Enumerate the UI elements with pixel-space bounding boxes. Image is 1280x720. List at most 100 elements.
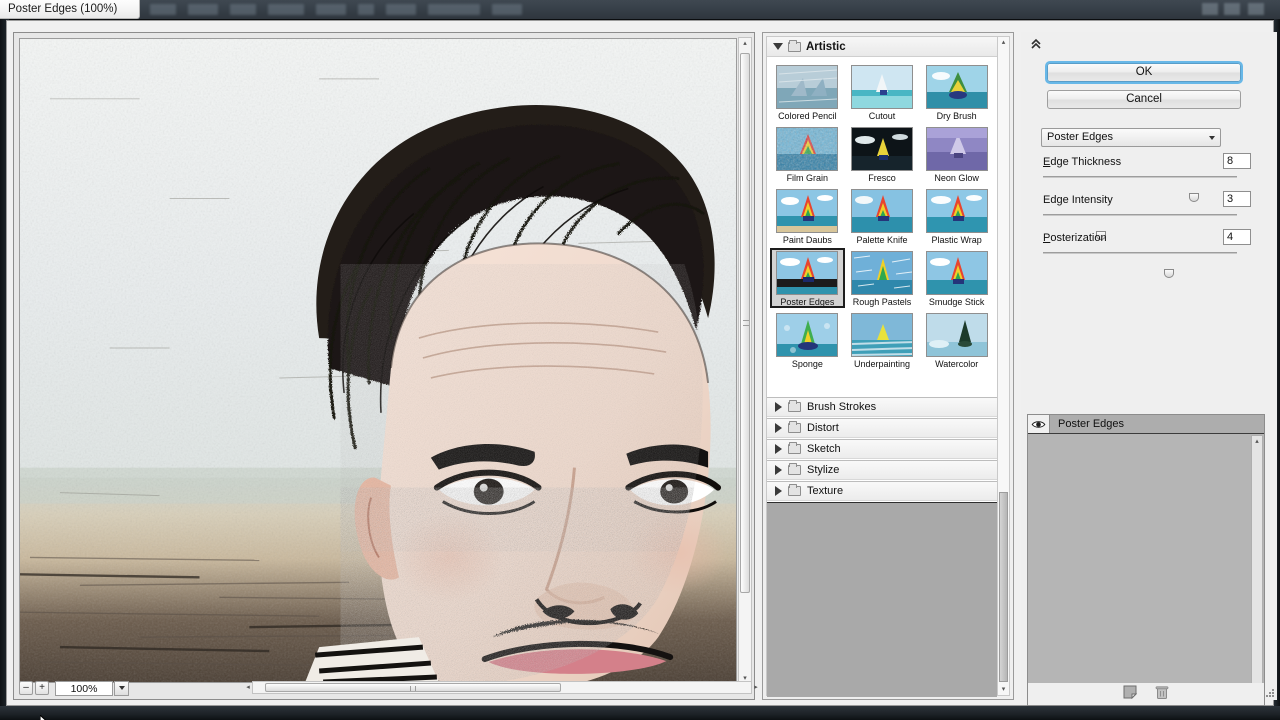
preview-horizontal-scrollbar[interactable]: ◂ ▸ xyxy=(246,681,758,694)
preview-vertical-scrollbar[interactable]: ▴ ▾ xyxy=(738,37,752,684)
category-header-artistic[interactable]: Artistic xyxy=(767,37,997,57)
collapse-panel-icon[interactable] xyxy=(1029,38,1043,52)
param-label: Posterization xyxy=(1043,232,1107,244)
scroll-left-arrow[interactable]: ◂ xyxy=(243,682,253,693)
filter-item-underpainting[interactable]: Underpainting xyxy=(845,310,920,370)
param-value-input[interactable]: 4 xyxy=(1223,229,1251,245)
category-row-stylize[interactable]: Stylize xyxy=(767,460,997,480)
filter-thumbnail xyxy=(850,251,913,295)
param-edge-thickness: Edge Thickness 8 xyxy=(1043,153,1251,202)
filter-item-smudge-stick[interactable]: Smudge Stick xyxy=(919,248,994,308)
page-title: Poster Edges (100%) xyxy=(8,3,118,15)
zoom-in-button[interactable]: + xyxy=(35,681,49,695)
filter-thumbnail xyxy=(850,313,913,357)
chevron-down-icon[interactable] xyxy=(1203,129,1220,146)
dialog-title-bar: Poster Edges (100%) xyxy=(0,0,140,19)
layers-vertical-scrollbar[interactable]: ▴ ▾ xyxy=(1251,435,1263,703)
filter-gallery-dialog: Poster Edges (100%) ▴ ▾ ◂ ▸ – + 100% Art… xyxy=(0,0,1280,720)
gallery-empty-area xyxy=(767,502,997,697)
param-slider-track[interactable] xyxy=(1043,214,1237,240)
category-row-sketch[interactable]: Sketch xyxy=(767,439,997,459)
filtered-portrait-image xyxy=(20,39,736,682)
filter-item-poster-edges[interactable]: Poster Edges xyxy=(770,248,845,308)
thumb-art xyxy=(851,314,912,356)
triangle-down-icon xyxy=(773,43,783,50)
filter-thumbnail xyxy=(850,189,913,233)
thumb-art xyxy=(777,252,838,294)
triangle-right-icon xyxy=(775,423,782,433)
thumb-art xyxy=(851,190,912,232)
param-value-input[interactable]: 8 xyxy=(1223,153,1251,169)
preview-vertical-scroll-thumb[interactable] xyxy=(740,53,750,593)
thumb-art xyxy=(926,314,987,356)
thumb-art xyxy=(851,252,912,294)
thumb-art xyxy=(851,128,912,170)
thumb-art xyxy=(777,66,838,108)
filter-label: Palette Knife xyxy=(856,235,908,245)
delete-effect-layer-button[interactable] xyxy=(1155,685,1169,704)
param-value-input[interactable]: 3 xyxy=(1223,191,1251,207)
filter-item-sponge[interactable]: Sponge xyxy=(770,310,845,370)
preview-horizontal-scroll-thumb[interactable] xyxy=(265,683,561,692)
category-row-distort[interactable]: Distort xyxy=(767,418,997,438)
thumb-art xyxy=(777,128,838,170)
layer-visibility-toggle[interactable] xyxy=(1028,415,1050,433)
folder-icon xyxy=(788,484,801,496)
effect-layer-row[interactable]: Poster Edges xyxy=(1028,415,1264,434)
filter-item-rough-pastels[interactable]: Rough Pastels xyxy=(845,248,920,308)
param-slider-track[interactable] xyxy=(1043,252,1237,278)
filter-label: Film Grain xyxy=(786,173,829,183)
category-row-texture[interactable]: Texture xyxy=(767,481,997,501)
zoom-level-value[interactable]: 100% xyxy=(55,680,113,696)
gallery-vertical-scroll-thumb[interactable] xyxy=(999,492,1008,682)
category-label: Sketch xyxy=(807,443,841,455)
image-preview-pane: ▴ ▾ ◂ ▸ – + 100% xyxy=(13,32,758,700)
filter-select[interactable]: Poster Edges xyxy=(1041,128,1221,147)
filter-thumbnail xyxy=(925,189,988,233)
thumb-art xyxy=(777,190,838,232)
filter-item-film-grain[interactable]: Film Grain xyxy=(770,124,845,184)
gallery-vertical-scrollbar[interactable]: ▴ ▾ xyxy=(997,36,1010,696)
screen: Poster Edges (100%) ▴ ▾ ◂ ▸ – + 100% Art… xyxy=(0,0,1280,720)
category-label: Distort xyxy=(807,422,839,434)
scroll-up-arrow[interactable]: ▴ xyxy=(998,37,1009,48)
filter-thumbnail xyxy=(776,65,839,109)
category-row-brush-strokes[interactable]: Brush Strokes xyxy=(767,397,997,417)
zoom-out-button[interactable]: – xyxy=(19,681,33,695)
filter-item-watercolor[interactable]: Watercolor xyxy=(919,310,994,370)
scroll-right-arrow[interactable]: ▸ xyxy=(751,682,761,693)
folder-icon xyxy=(788,442,801,454)
folder-icon xyxy=(788,400,801,412)
filter-settings-panel: OK Cancel Poster Edges Edge Thickness 8 … xyxy=(1021,32,1277,706)
filter-item-dry-brush[interactable]: Dry Brush xyxy=(919,62,994,122)
filter-item-palette-knife[interactable]: Palette Knife xyxy=(845,186,920,246)
filter-item-plastic-wrap[interactable]: Plastic Wrap xyxy=(919,186,994,246)
scroll-down-arrow[interactable]: ▾ xyxy=(998,684,1009,695)
cancel-button[interactable]: Cancel xyxy=(1047,90,1241,109)
filter-item-paint-daubs[interactable]: Paint Daubs xyxy=(770,186,845,246)
folder-icon xyxy=(788,421,801,433)
param-label-text: Edge Intensity xyxy=(1043,194,1113,206)
param-slider-track[interactable] xyxy=(1043,176,1237,202)
filter-item-cutout[interactable]: Cutout xyxy=(845,62,920,122)
param-slider-knob[interactable] xyxy=(1164,269,1175,278)
filter-item-fresco[interactable]: Fresco xyxy=(845,124,920,184)
triangle-right-icon xyxy=(775,402,782,412)
category-label: Stylize xyxy=(807,464,840,476)
filter-item-neon-glow[interactable]: Neon Glow xyxy=(919,124,994,184)
image-preview-canvas[interactable] xyxy=(19,38,737,683)
param-posterization: Posterization 4 xyxy=(1043,229,1251,278)
thumb-art xyxy=(851,66,912,108)
new-effect-layer-button[interactable] xyxy=(1123,685,1138,704)
filter-label: Plastic Wrap xyxy=(931,235,982,245)
ok-button[interactable]: OK xyxy=(1045,61,1243,84)
scroll-up-arrow[interactable]: ▴ xyxy=(739,37,751,49)
new-layer-icon xyxy=(1123,685,1138,699)
filter-item-colored-pencil[interactable]: Colored Pencil xyxy=(770,62,845,122)
zoom-dropdown-button[interactable] xyxy=(114,680,129,696)
thumb-art xyxy=(926,190,987,232)
resize-grip[interactable] xyxy=(1266,689,1275,698)
filter-thumbnail xyxy=(925,251,988,295)
scroll-up-arrow[interactable]: ▴ xyxy=(1252,436,1262,446)
param-label-text: osterization xyxy=(1050,232,1107,244)
